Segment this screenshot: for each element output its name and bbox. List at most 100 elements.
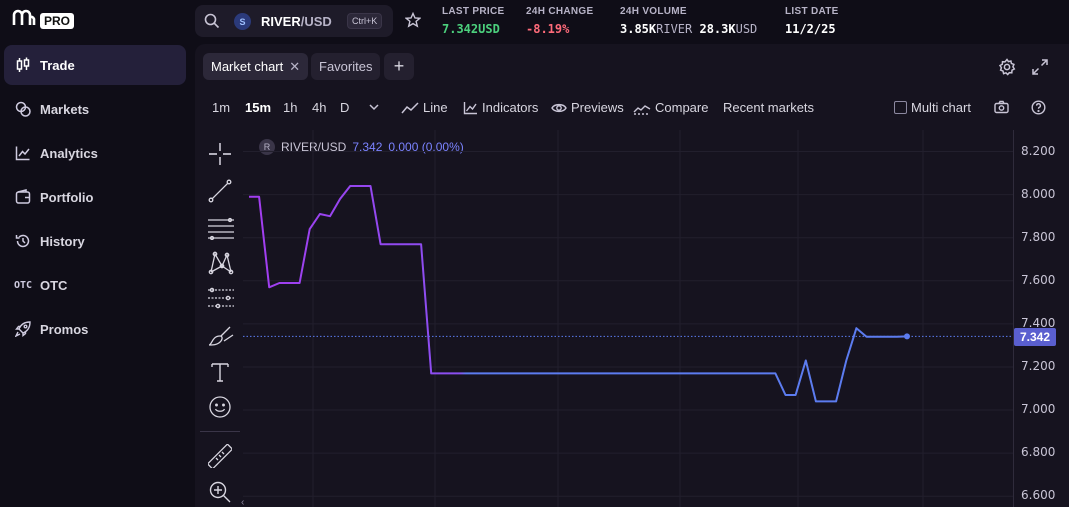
close-icon[interactable]: ✕ bbox=[289, 59, 300, 75]
settings-gear-icon[interactable] bbox=[998, 58, 1016, 79]
interval-1h[interactable]: 1h bbox=[283, 100, 297, 115]
price-chart[interactable] bbox=[243, 130, 1013, 507]
scroll-left-chevron-icon[interactable]: ‹ bbox=[241, 497, 244, 507]
logo-mark bbox=[12, 9, 36, 33]
sidebar-item-label: History bbox=[40, 233, 85, 249]
line-button[interactable]: Line bbox=[401, 100, 448, 115]
help-icon[interactable] bbox=[1031, 100, 1046, 115]
multi-chart-label: Multi chart bbox=[911, 100, 971, 115]
rocket-icon bbox=[14, 320, 32, 338]
last-price-tag: 7.342 bbox=[1014, 328, 1056, 346]
pair-name: RIVER/USD bbox=[261, 14, 332, 29]
compare-icon bbox=[633, 104, 651, 115]
line-style-icon bbox=[401, 101, 419, 113]
stat-value: 3.85KRIVER 28.3KUSD bbox=[620, 22, 757, 36]
tab-favorites[interactable]: Favorites bbox=[311, 53, 381, 80]
compare-label: Compare bbox=[655, 100, 709, 115]
interval-dropdown-chevron-icon[interactable] bbox=[368, 101, 380, 113]
stat-last-price: LAST PRICE 7.342USD bbox=[442, 6, 504, 36]
brush-icon[interactable] bbox=[208, 324, 234, 348]
last-price-dot bbox=[904, 333, 910, 340]
tab-label: Market chart bbox=[211, 59, 284, 74]
sidebar-item-label: Markets bbox=[40, 101, 90, 117]
shortcut-badge: Ctrl+K bbox=[347, 13, 383, 29]
recent-markets-button[interactable]: Recent markets bbox=[723, 100, 814, 115]
interval-d[interactable]: D bbox=[340, 100, 349, 115]
expand-icon[interactable] bbox=[1031, 58, 1049, 79]
tab-market-chart[interactable]: Market chart ✕ bbox=[203, 53, 309, 80]
indicators-button[interactable]: Indicators bbox=[463, 100, 538, 115]
sidebar-item-portfolio[interactable]: Portfolio bbox=[4, 177, 186, 217]
search-icon bbox=[204, 13, 220, 32]
market-search[interactable]: S RIVER/USD Ctrl+K bbox=[195, 5, 393, 37]
otc-icon: OTC bbox=[13, 279, 33, 291]
crosshair-icon[interactable] bbox=[208, 142, 232, 166]
price-tick-label: 7.200 bbox=[1021, 358, 1056, 373]
line-label: Line bbox=[423, 100, 448, 115]
pair-quote: /USD bbox=[300, 14, 332, 29]
change-value: -8.19% bbox=[526, 22, 570, 36]
previews-label: Previews bbox=[571, 100, 624, 115]
list-date-value: 11/2/25 bbox=[785, 22, 836, 36]
eye-icon bbox=[551, 103, 567, 112]
sidebar-item-label: Trade bbox=[40, 57, 75, 73]
stat-list-date: LIST DATE 11/2/25 bbox=[785, 6, 839, 36]
previews-button[interactable]: Previews bbox=[551, 100, 624, 115]
trend-line-icon[interactable] bbox=[208, 179, 232, 203]
indicators-label: Indicators bbox=[482, 100, 539, 115]
ruler-icon[interactable] bbox=[206, 443, 234, 470]
zoom-in-icon[interactable] bbox=[208, 480, 232, 504]
price-line bbox=[249, 185, 908, 403]
interval-15m[interactable]: 15m bbox=[245, 100, 271, 115]
price-tick-label: 6.800 bbox=[1021, 445, 1056, 460]
last-price-unit: USD bbox=[478, 22, 500, 36]
text-tool-icon[interactable] bbox=[208, 360, 232, 384]
toolbar-divider bbox=[200, 431, 240, 432]
price-tick-label: 7.600 bbox=[1021, 272, 1056, 287]
logo[interactable]: PRO bbox=[12, 9, 75, 33]
stat-24h-change: 24H CHANGE -8.19% bbox=[526, 6, 593, 36]
pair-base: RIVER bbox=[261, 14, 301, 29]
volume-base-unit: RIVER bbox=[656, 22, 693, 36]
history-icon bbox=[14, 232, 32, 250]
sidebar-item-label: OTC bbox=[40, 277, 68, 293]
emoji-icon[interactable] bbox=[208, 395, 232, 419]
stat-label: LAST PRICE bbox=[442, 6, 505, 17]
sidebar-item-history[interactable]: History bbox=[4, 221, 186, 261]
interval-4h[interactable]: 4h bbox=[312, 100, 326, 115]
add-tab-button[interactable]: + bbox=[384, 53, 414, 80]
indicators-icon bbox=[463, 101, 477, 114]
sidebar-item-analytics[interactable]: Analytics bbox=[4, 133, 186, 173]
volume-base: 3.85K bbox=[620, 22, 657, 36]
multi-chart-toggle[interactable]: Multi chart bbox=[894, 100, 971, 115]
sidebar: PRO Trade Markets Analytics Portfolio Hi… bbox=[0, 0, 192, 507]
stat-label: 24H CHANGE bbox=[526, 6, 594, 17]
price-tick-label: 7.800 bbox=[1021, 229, 1056, 244]
sidebar-item-promos[interactable]: Promos bbox=[4, 309, 186, 349]
coins-icon bbox=[14, 100, 32, 118]
sidebar-item-trade[interactable]: Trade bbox=[4, 45, 186, 85]
stat-value: 7.342USD bbox=[442, 22, 504, 36]
sidebar-item-otc[interactable]: OTC OTC bbox=[4, 265, 186, 305]
sidebar-item-label: Portfolio bbox=[40, 189, 94, 205]
fib-lines-icon[interactable] bbox=[208, 216, 234, 241]
candlestick-icon bbox=[14, 56, 32, 74]
compare-button[interactable]: Compare bbox=[633, 100, 708, 115]
price-tick-label: 8.000 bbox=[1021, 186, 1056, 201]
interval-1m[interactable]: 1m bbox=[212, 100, 230, 115]
stat-label: 24H VOLUME bbox=[620, 6, 687, 17]
chart-series bbox=[243, 185, 1013, 403]
logo-badge: PRO bbox=[40, 13, 75, 29]
multi-chart-checkbox[interactable] bbox=[894, 101, 907, 114]
pattern-icon[interactable] bbox=[208, 251, 234, 275]
favorite-star-icon[interactable] bbox=[404, 11, 422, 31]
price-tick-label: 6.600 bbox=[1021, 488, 1056, 503]
camera-icon[interactable] bbox=[994, 100, 1009, 114]
price-tick-label: 7.000 bbox=[1021, 402, 1056, 417]
sidebar-item-markets[interactable]: Markets bbox=[4, 89, 186, 129]
projection-icon[interactable] bbox=[208, 286, 234, 310]
sidebar-item-label: Promos bbox=[40, 321, 89, 337]
tab-label: Favorites bbox=[319, 59, 373, 74]
stat-label: LIST DATE bbox=[785, 6, 839, 17]
sidebar-item-label: Analytics bbox=[40, 145, 98, 161]
